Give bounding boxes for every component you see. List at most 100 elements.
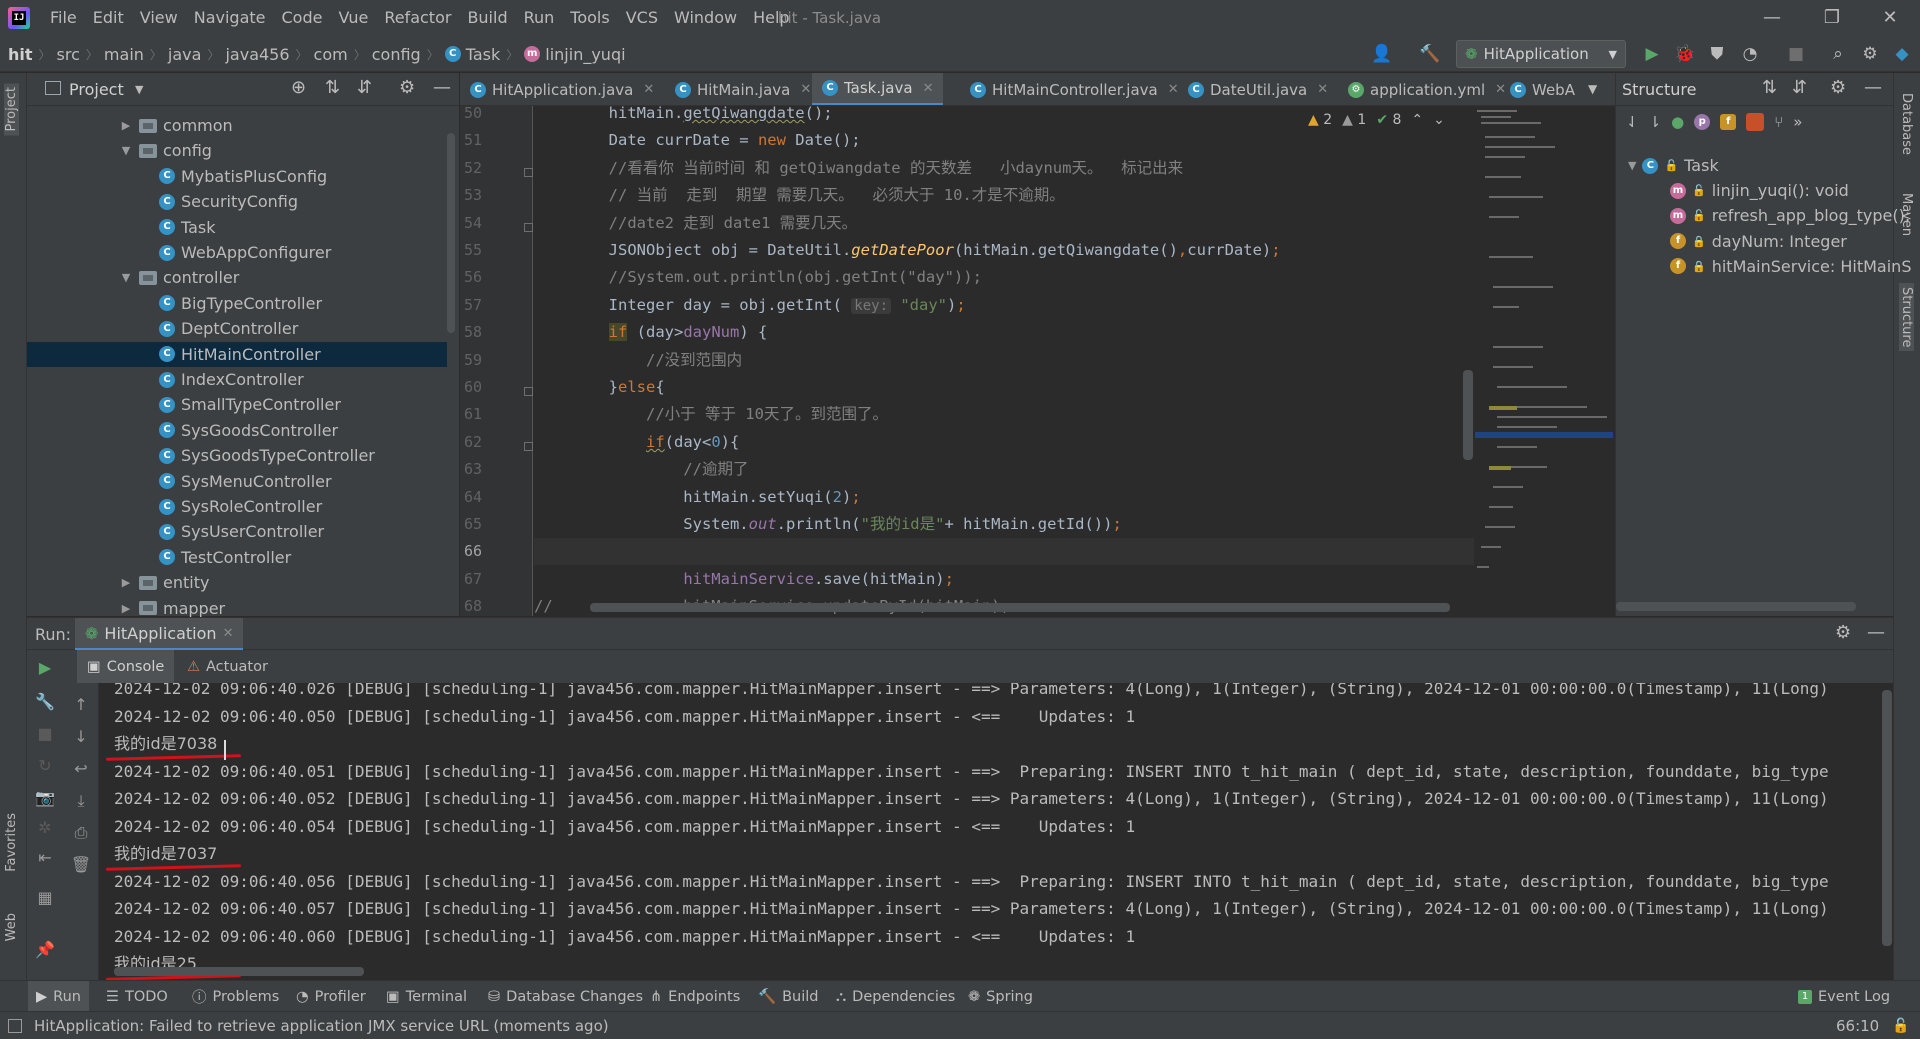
breadcrumb-item[interactable]: hit (8, 45, 33, 64)
tree-item-sysmenucontroller[interactable]: C SysMenuController (27, 469, 447, 494)
tool-window-terminal[interactable]: ▣ Terminal (386, 981, 467, 1012)
next-highlight-icon[interactable]: ⌄ (1433, 112, 1445, 134)
menu-vue[interactable]: Vue (330, 0, 376, 36)
editor-tab[interactable]: C DateUtil.java ✕ (1178, 73, 1338, 105)
web-tool-button[interactable]: Web (4, 913, 19, 941)
collapse-all-icon[interactable]: ⇵ (1792, 77, 1807, 98)
code-editor[interactable]: hitMain.getQiwangdate(); Date currDate =… (534, 106, 1614, 616)
tool-window-run[interactable]: ▶ Run (28, 981, 89, 1012)
fold-marker-icon[interactable] (524, 387, 533, 396)
fold-marker-icon[interactable] (524, 167, 533, 177)
tree-item-testcontroller[interactable]: C TestController (27, 545, 447, 570)
tree-item-controller[interactable]: ▼ controller (27, 265, 447, 290)
soft-wrap-icon[interactable]: ↩ (69, 757, 93, 781)
expand-all-icon[interactable]: ⇅ (325, 77, 340, 98)
menu-vcs[interactable]: VCS (618, 0, 666, 36)
console-tab[interactable]: ▣ Console (77, 650, 175, 683)
tool-window-spring[interactable]: ❁ Spring (968, 981, 1033, 1012)
hide-panel-icon[interactable]: — (1864, 77, 1882, 98)
menu-tools[interactable]: Tools (562, 0, 617, 36)
structure-member[interactable]: m 🔓 refresh_app_blog_type(): (1670, 203, 1910, 228)
show-properties-icon[interactable]: p (1694, 114, 1711, 130)
camera-icon[interactable]: 📷 (33, 786, 57, 810)
close-tab-icon[interactable]: ✕ (800, 82, 811, 97)
chevron-down-icon[interactable]: ▼ (135, 73, 143, 106)
run-icon[interactable]: ▶ (1640, 42, 1664, 66)
tree-item-webappconfigurer[interactable]: C WebAppConfigurer (27, 240, 447, 265)
hide-panel-icon[interactable]: — (1867, 622, 1885, 643)
chevron-right-icon[interactable]: ▶ (119, 602, 133, 615)
structure-scrollbar[interactable] (1616, 602, 1856, 611)
warning-count[interactable]: ▲ 2 (1308, 112, 1332, 134)
actuator-tab[interactable]: ⚠ Actuator (177, 650, 278, 683)
favorites-tool-button[interactable]: Favorites (4, 813, 19, 872)
editor-tab[interactable]: C WebA (1500, 73, 1585, 105)
stop-icon[interactable]: ■ (33, 722, 57, 746)
tree-item-bigtypecontroller[interactable]: C BigTypeController (27, 291, 447, 316)
sort-alphabetically-icon[interactable]: ⇂ (1649, 113, 1662, 131)
gear-icon[interactable]: ⚙ (1858, 42, 1882, 66)
chevron-right-icon[interactable]: ▶ (119, 576, 133, 589)
tool-window-endpoints[interactable]: ⋔ Endpoints (650, 981, 740, 1012)
console-output[interactable]: 2024-12-02 09:06:40.026 [DEBUG] [schedul… (100, 683, 1893, 980)
menu-refactor[interactable]: Refactor (376, 0, 459, 36)
project-panel-title[interactable]: Project (69, 73, 124, 106)
fold-marker-icon[interactable] (524, 441, 533, 451)
structure-member[interactable]: m 🔓 linjin_yuqi(): void (1670, 178, 1849, 203)
tool-window-problems[interactable]: ⓘ Problems (192, 981, 279, 1012)
tool-window-profiler[interactable]: ◔ Profiler (296, 981, 366, 1012)
status-toggle-icon[interactable] (8, 1019, 22, 1033)
fold-marker-icon[interactable] (524, 222, 533, 232)
debug-disabled-icon[interactable]: ✲ (33, 816, 57, 840)
close-tab-icon[interactable]: ✕ (1317, 82, 1328, 97)
menu-view[interactable]: View (132, 0, 186, 36)
tree-item-entity[interactable]: ▶ entity (27, 570, 447, 595)
sort-by-visibility-icon[interactable]: ⇃ (1626, 113, 1639, 131)
tree-item-sysgoodstypecontroller[interactable]: C SysGoodsTypeController (27, 443, 447, 468)
breadcrumb-item[interactable]: com (314, 45, 348, 64)
close-tab-icon[interactable]: ✕ (223, 626, 234, 641)
editor-tab[interactable]: C HitApplication.java ✕ (460, 73, 664, 105)
profile-icon[interactable]: ◔ (1738, 42, 1762, 66)
expand-all-icon[interactable]: ⇅ (1762, 77, 1777, 98)
scroll-to-end-icon[interactable]: ⤓ (69, 789, 93, 813)
gear-icon[interactable]: ⚙ (399, 77, 415, 98)
previous-highlight-icon[interactable]: ⌃ (1411, 112, 1423, 134)
editor-vertical-scrollbar[interactable] (1463, 370, 1473, 460)
inspection-widget[interactable]: ▲ 2 ▲ 1 ✔ 8 ⌃ ⌄ (1308, 112, 1445, 134)
project-tool-button[interactable]: Project (4, 83, 19, 136)
weak-warning-count[interactable]: ▲ 1 (1342, 112, 1366, 134)
code-minimap[interactable] (1475, 106, 1613, 616)
menu-file[interactable]: File (42, 0, 85, 36)
tree-item-deptcontroller[interactable]: C DeptController (27, 316, 447, 341)
locate-icon[interactable]: ⊕ (291, 77, 306, 98)
chevron-down-icon[interactable]: ▼ (1588, 73, 1597, 105)
close-tab-icon[interactable]: ✕ (923, 81, 934, 96)
menu-code[interactable]: Code (274, 0, 331, 36)
editor-tab[interactable]: ⚙ application.yml ✕ (1338, 73, 1516, 105)
editor-tab[interactable]: C HitMain.java ✕ (665, 73, 821, 105)
close-icon[interactable]: ✕ (1878, 6, 1902, 30)
console-horizontal-scrollbar[interactable] (114, 967, 364, 976)
tree-item-sysrolecontroller[interactable]: C SysRoleController (27, 494, 447, 519)
gear-icon[interactable]: ⚙ (1830, 77, 1846, 98)
breadcrumb-item[interactable]: java (168, 45, 202, 64)
tool-window-database-changes[interactable]: ⛁ Database Changes (488, 981, 643, 1012)
structure-root-row[interactable]: ▼ C 🔓 Task (1628, 153, 1719, 178)
chevron-right-icon[interactable]: ▶ (119, 119, 133, 132)
tree-item-common[interactable]: ▶ common (27, 113, 447, 138)
tool-window-dependencies[interactable]: ⛬ Dependencies (836, 981, 955, 1012)
tree-item-hitmaincontroller[interactable]: C HitMainController (27, 341, 447, 367)
close-tab-icon[interactable]: ✕ (643, 82, 654, 97)
filter-icon[interactable]: ⑂ (1774, 113, 1783, 131)
menu-build[interactable]: Build (459, 0, 515, 36)
hide-panel-icon[interactable]: — (433, 77, 451, 98)
breadcrumb-item[interactable]: m linjin_yuqi (524, 45, 626, 64)
tree-item-sysusercontroller[interactable]: C SysUserController (27, 519, 447, 544)
breadcrumb-item[interactable]: main (104, 45, 144, 64)
print-icon[interactable]: ⎙ (69, 821, 93, 845)
editor-tab[interactable]: C Task.java ✕ (812, 73, 944, 105)
structure-member[interactable]: f 🔒 dayNum: Integer (1670, 229, 1847, 254)
tree-item-smalltypecontroller[interactable]: C SmallTypeController (27, 392, 447, 417)
rerun-icon[interactable]: ▶ (33, 656, 57, 680)
